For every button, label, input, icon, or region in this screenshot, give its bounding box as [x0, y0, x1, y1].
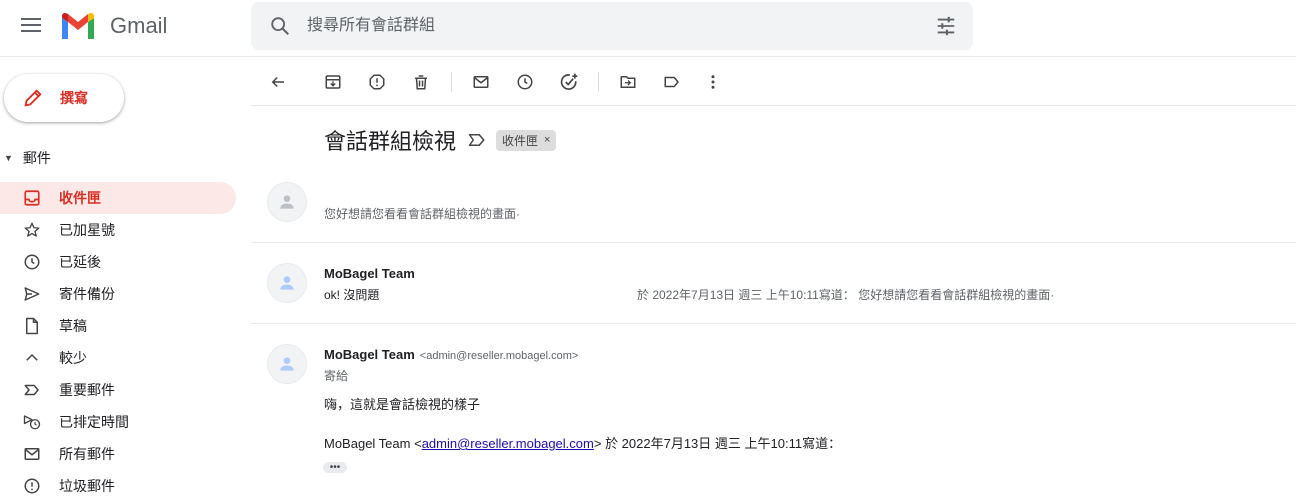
- avatar: [267, 182, 307, 222]
- scheduled-icon: [22, 412, 42, 432]
- sidebar-item-spam[interactable]: 垃圾郵件: [0, 470, 236, 502]
- search-icon[interactable]: [269, 15, 291, 37]
- move-to-icon: [620, 76, 636, 88]
- person-icon: [280, 357, 294, 371]
- sidebar-item-snoozed[interactable]: 已延後: [0, 246, 236, 278]
- label-icon: [664, 76, 679, 88]
- archive-button[interactable]: [321, 70, 345, 94]
- mail-section-label: 郵件: [22, 150, 51, 166]
- quoted-preview[interactable]: 於 2022年7月13日 週三 上午10:11寫道： 您好想請您看看會話群組檢視…: [637, 286, 1054, 303]
- sidebar-item-label: 所有郵件: [59, 446, 115, 462]
- spam-icon: [22, 476, 42, 496]
- gmail-logo[interactable]: Gmail: [60, 12, 167, 39]
- sidebar-item-scheduled[interactable]: 已排定時間: [0, 406, 236, 438]
- quote-header: MoBagel Team <admin@reseller.mobagel.com…: [324, 433, 841, 452]
- clock-icon: [22, 252, 42, 272]
- sidebar-item-label: 已排定時間: [59, 414, 129, 430]
- move-to-button[interactable]: [616, 70, 640, 94]
- compose-label: 撰寫: [60, 90, 88, 106]
- sidebar-item-inbox[interactable]: 收件匣: [0, 182, 236, 214]
- avatar: [267, 344, 307, 384]
- sidebar-nav: 收件匣 已加星號 已延後 寄件備份 草稿 較少 重要郵件 已排定時間 所有郵件 …: [0, 182, 236, 502]
- more-vert-icon: [711, 75, 715, 89]
- subject-row: 會話群組檢視 收件匣 ×: [324, 124, 557, 156]
- snooze-icon: [517, 74, 533, 90]
- person-icon: [280, 276, 294, 290]
- collapsed-message-snippet[interactable]: 您好想請您看看會話群組檢視的畫面·: [324, 205, 520, 222]
- report-spam-button[interactable]: [365, 70, 389, 94]
- message-preview[interactable]: ok! 沒問題: [324, 286, 379, 303]
- sender-email: <admin@reseller.mobagel.com>: [419, 350, 579, 362]
- search-options-icon[interactable]: [935, 15, 957, 37]
- hamburger-menu-icon: [21, 18, 41, 32]
- back-button[interactable]: [266, 70, 290, 94]
- back-icon: [271, 76, 284, 88]
- chevron-up-icon: [22, 348, 42, 368]
- sender-name[interactable]: MoBagel Team: [324, 266, 415, 281]
- sidebar-item-label: 已延後: [59, 254, 101, 270]
- mark-unread-icon: [473, 76, 489, 88]
- sidebar-item-label: 垃圾郵件: [59, 478, 115, 494]
- top-bar: Gmail: [0, 0, 1296, 57]
- thread-subject: 會話群組檢視: [324, 129, 457, 154]
- mail-icon: [22, 444, 42, 464]
- toolbar-divider: [451, 72, 452, 92]
- to-label: 寄給: [324, 369, 349, 383]
- sidebar-item-important[interactable]: 重要郵件: [0, 374, 236, 406]
- sidebar-item-drafts[interactable]: 草稿: [0, 310, 236, 342]
- archive-icon: [325, 75, 341, 89]
- gmail-m-icon: [62, 12, 94, 39]
- important-marker-icon[interactable]: [468, 133, 486, 147]
- thread-toolbar: [251, 58, 1296, 106]
- message-body: 嗨，這就是會話檢視的樣子: [324, 397, 481, 412]
- sidebar-item-all-mail[interactable]: 所有郵件: [0, 438, 236, 470]
- snooze-button[interactable]: [513, 70, 537, 94]
- sidebar-item-label: 重要郵件: [59, 382, 115, 398]
- draft-icon: [22, 316, 42, 336]
- quote-prefix: MoBagel Team <: [324, 436, 422, 451]
- search-input[interactable]: [307, 14, 907, 38]
- report-spam-icon: [369, 74, 385, 90]
- sidebar-item-label: 寄件備份: [59, 286, 115, 302]
- inbox-label-chip[interactable]: 收件匣 ×: [496, 129, 557, 151]
- message-divider: [251, 242, 1296, 243]
- person-icon: [280, 195, 294, 209]
- important-icon: [22, 380, 42, 400]
- main-menu-button[interactable]: [14, 8, 48, 42]
- quote-suffix: > 於 2022年7月13日 週三 上午10:11寫道：: [593, 436, 842, 451]
- more-options-button[interactable]: [701, 70, 725, 94]
- sender-name[interactable]: MoBagel Team <admin@reseller.mobagel.com>: [324, 347, 578, 362]
- caret-down-icon: ▼: [4, 153, 13, 163]
- add-task-icon: [560, 73, 578, 90]
- avatar: [267, 263, 307, 303]
- star-icon: [22, 220, 42, 240]
- delete-icon: [415, 75, 427, 90]
- send-icon: [22, 284, 42, 304]
- mark-unread-button[interactable]: [469, 70, 493, 94]
- sidebar-item-label: 草稿: [59, 318, 87, 334]
- app-name: Gmail: [110, 12, 168, 38]
- sidebar-item-sent[interactable]: 寄件備份: [0, 278, 236, 310]
- add-task-button[interactable]: [557, 70, 581, 94]
- remove-label-icon[interactable]: ×: [544, 134, 550, 146]
- compose-button[interactable]: 撰寫: [4, 74, 124, 122]
- message-divider: [251, 323, 1296, 324]
- recipients-line[interactable]: 寄給: [324, 367, 348, 384]
- sidebar-item-label: 已加星號: [59, 222, 115, 238]
- delete-button[interactable]: [409, 70, 433, 94]
- sidebar-item-starred[interactable]: 已加星號: [0, 214, 236, 246]
- label-button[interactable]: [660, 70, 684, 94]
- sidebar-item-less[interactable]: 較少: [0, 342, 236, 374]
- mail-section-toggle[interactable]: ▼ 郵件: [4, 148, 51, 168]
- search-bar: [251, 2, 973, 50]
- quote-email-link[interactable]: admin@reseller.mobagel.com: [422, 436, 594, 451]
- label-chip-text: 收件匣: [502, 133, 539, 148]
- pencil-icon: [24, 89, 42, 107]
- toolbar-divider: [598, 72, 599, 92]
- sidebar-item-label: 較少: [59, 350, 87, 366]
- show-trimmed-content-button[interactable]: •••: [323, 462, 347, 473]
- sidebar-item-label: 收件匣: [59, 190, 101, 206]
- inbox-icon: [22, 188, 42, 208]
- sender-name-text: MoBagel Team: [324, 347, 415, 362]
